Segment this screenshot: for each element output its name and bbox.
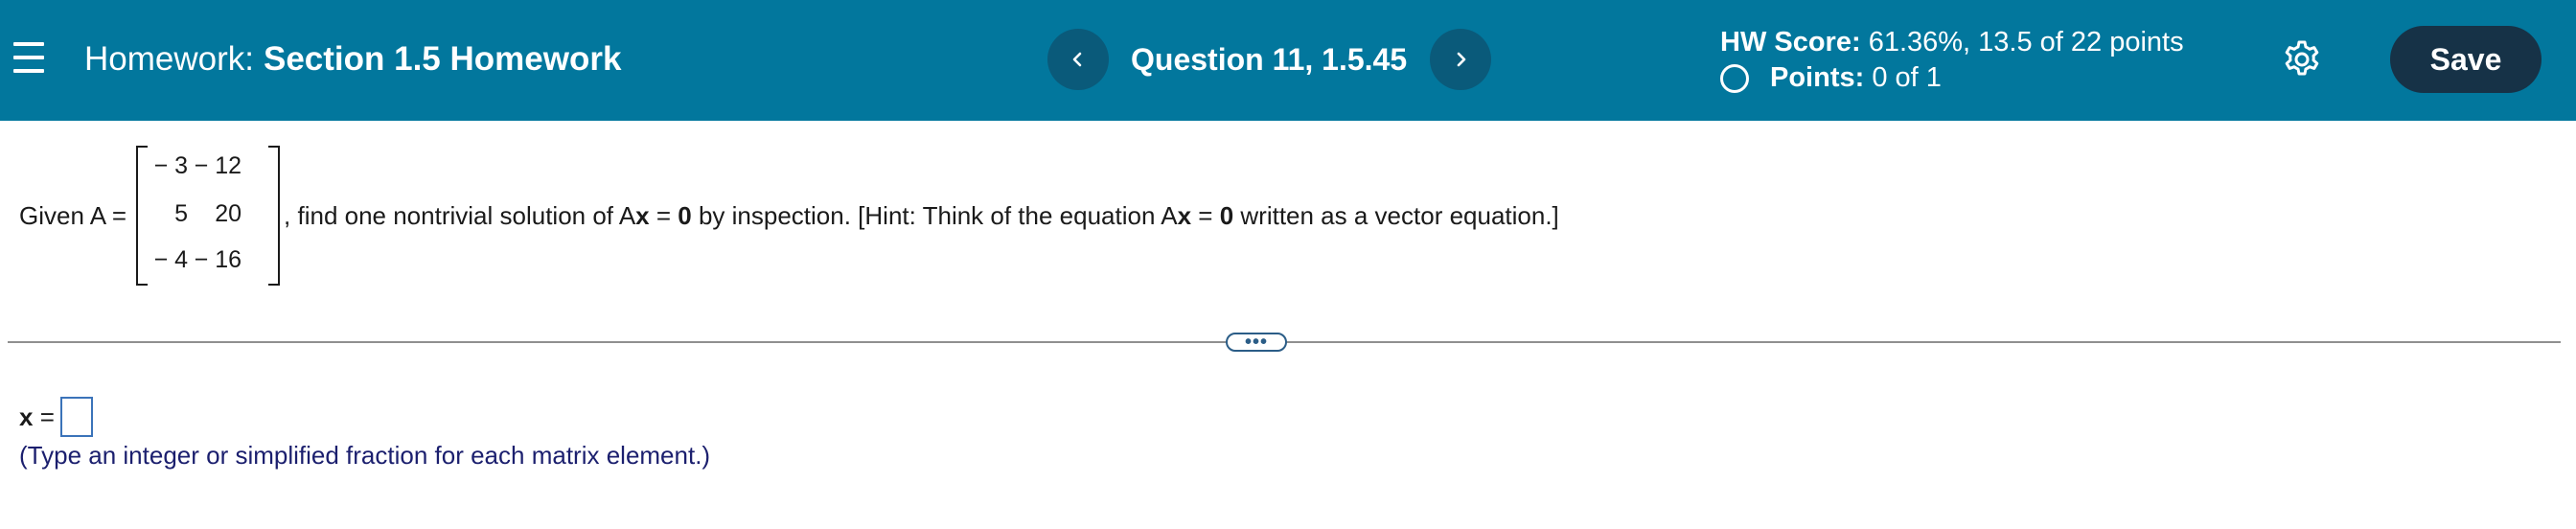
points-label: Points: (1770, 62, 1865, 93)
answer-equals: = (33, 402, 55, 431)
instruction-text: = (649, 201, 678, 230)
points-status-icon (1720, 64, 1749, 93)
question-instruction: , find one nontrivial solution of Ax = 0… (284, 199, 1559, 232)
zero-vector: 0 (678, 201, 692, 230)
instruction-text: by inspection. [Hint: Think of the equat… (691, 201, 1178, 230)
vector-x: x (1177, 201, 1192, 230)
hw-score-label: HW Score: (1720, 27, 1861, 58)
homework-name: Section 1.5 Homework (263, 40, 622, 78)
matrix-cell-3-1: − 4 (153, 246, 189, 273)
ellipsis-icon: ••• (1244, 332, 1268, 353)
hw-score: HW Score: 61.36%, 13.5 of 22 points (1720, 23, 2184, 61)
matrix-cell-2-2: 20 (215, 200, 242, 227)
matrix-cell-1-1: − 3 (153, 152, 189, 179)
instruction-text: , find one nontrivial solution of A (284, 201, 636, 230)
divider-handle[interactable]: ••• (1226, 333, 1287, 352)
save-button[interactable]: Save (2390, 26, 2542, 93)
answer-hint: (Type an integer or simplified fraction … (19, 441, 711, 470)
instruction-text: written as a vector equation.] (1233, 201, 1559, 230)
next-question-button[interactable] (1430, 29, 1491, 90)
matrix-a: − 3 − 12 5 20 − 4 − 16 (136, 146, 281, 286)
hamburger-menu-icon[interactable] (13, 42, 44, 73)
instruction-text: = (1191, 201, 1220, 230)
matrix-cell-2-1: 5 (174, 200, 189, 227)
matrix-right-bracket (268, 146, 281, 286)
zero-vector: 0 (1219, 201, 1234, 230)
chevron-left-icon (1072, 52, 1082, 67)
gear-icon[interactable] (2281, 38, 2323, 80)
question-label: Question 11, 1.5.45 (1131, 42, 1408, 77)
vector-x: x (635, 201, 650, 230)
answer-variable: x (19, 402, 34, 431)
answer-input[interactable] (59, 397, 93, 437)
hw-score-value: 61.36%, 13.5 of 22 points (1860, 27, 2184, 58)
matrix-cell-3-2: − 16 (194, 246, 242, 273)
matrix-cell-1-2: − 12 (194, 152, 242, 179)
top-bar: Homework: Section 1.5 Homework Question 1… (0, 0, 2576, 121)
homework-prefix: Homework: (84, 40, 254, 78)
chevron-right-icon (1457, 52, 1466, 67)
homework-title: Homework: Section 1.5 Homework (84, 36, 621, 82)
points-value: 0 of 1 (1864, 62, 1942, 93)
given-label: Given A = (19, 201, 127, 230)
question-prompt: Given A = − 3 − 12 5 20 − 4 − 16 , find … (19, 146, 1559, 286)
previous-question-button[interactable] (1047, 29, 1109, 90)
points: Points: 0 of 1 (1770, 58, 1942, 97)
answer-label: x = (19, 398, 55, 436)
answer-row: x = (19, 397, 93, 437)
